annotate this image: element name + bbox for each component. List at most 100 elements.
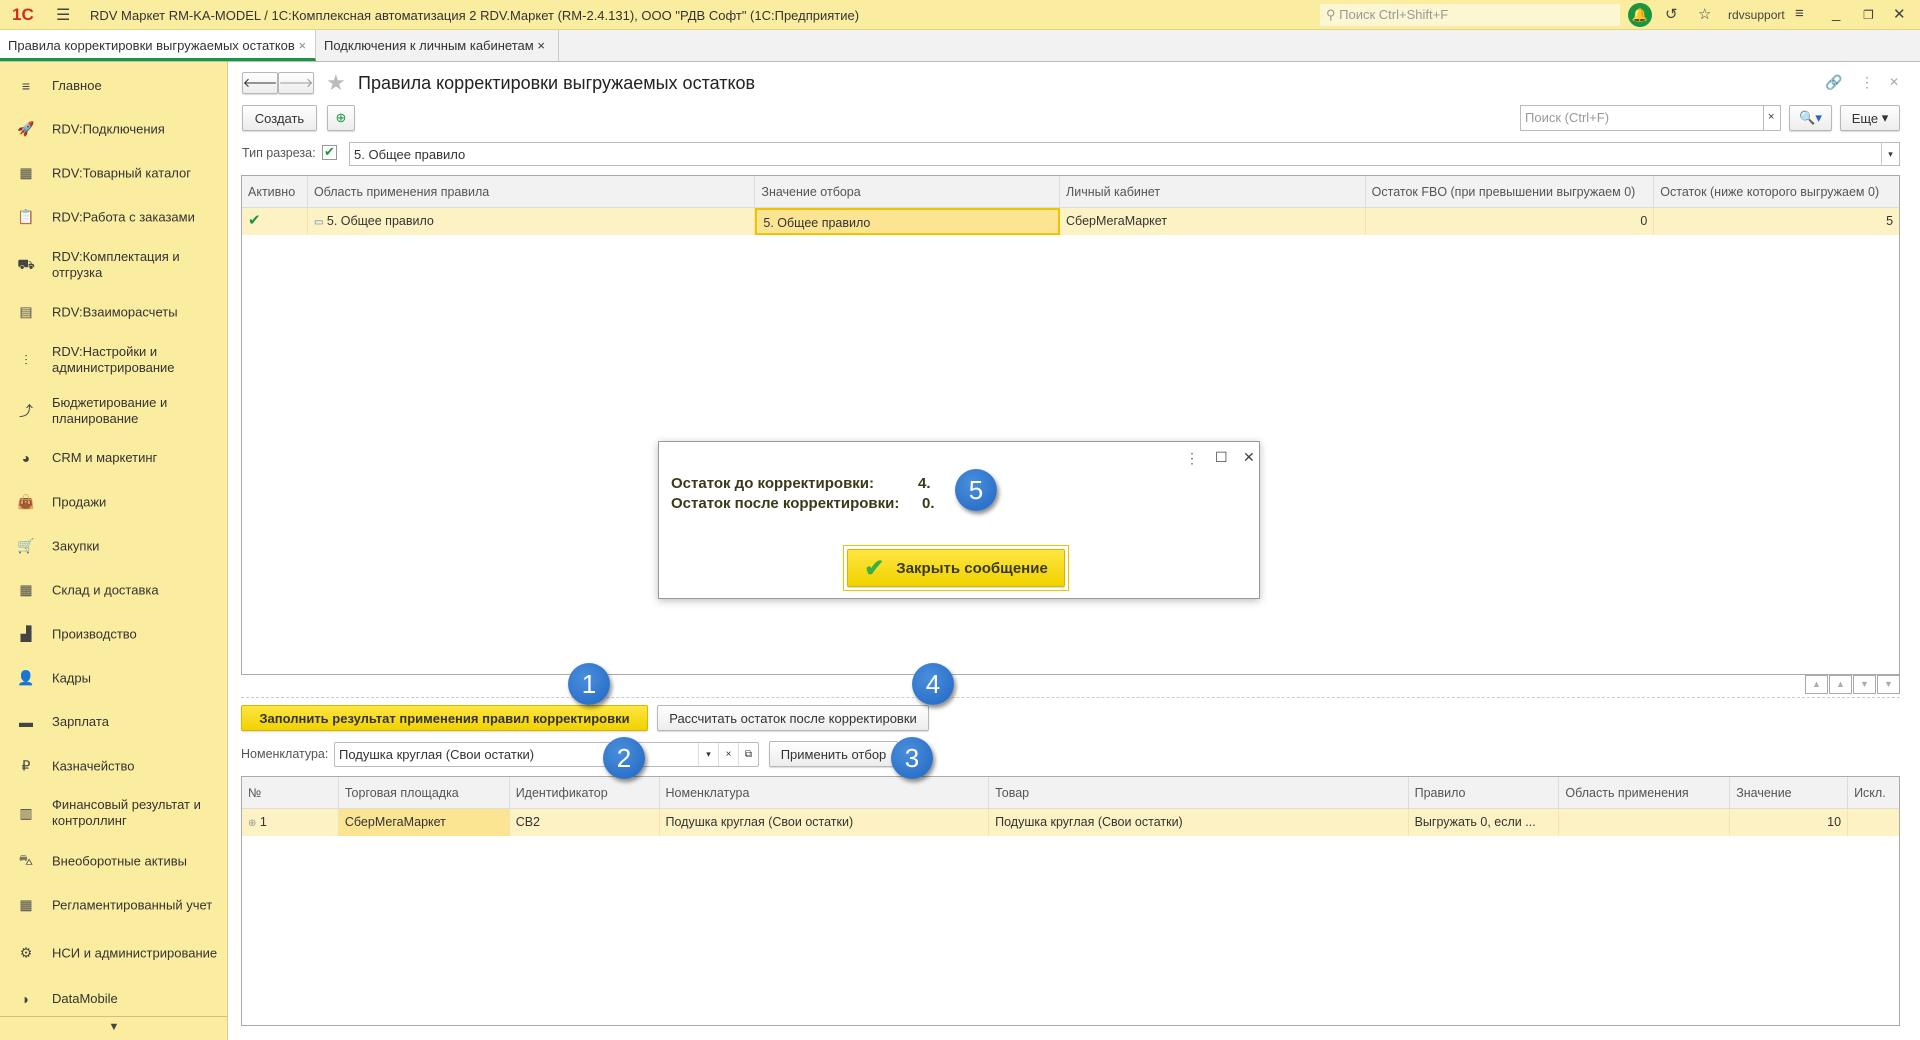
favorite-star-icon[interactable]: ★ xyxy=(326,70,346,96)
minimize-icon[interactable]: _ xyxy=(1832,5,1840,22)
col-marketplace[interactable]: Торговая площадка xyxy=(339,777,510,808)
sidebar-item[interactable]: 👤 Кадры xyxy=(0,670,228,687)
sidebar-scroll-down-icon[interactable]: ▼ xyxy=(0,1016,228,1040)
col-filter-value[interactable]: Значение отбора xyxy=(755,176,1061,207)
global-search-placeholder: Поиск Ctrl+Shift+F xyxy=(1339,7,1449,22)
scroll-down-button[interactable]: ▼ xyxy=(1853,675,1876,694)
col-min-stock[interactable]: Остаток (ниже которого выгружаем 0) xyxy=(1654,176,1899,207)
sidebar-item[interactable]: ▦ Регламентированный учет xyxy=(0,897,228,914)
rules-table[interactable]: Активно Область применения правила Значе… xyxy=(241,175,1900,675)
col-value[interactable]: Значение xyxy=(1730,777,1849,808)
tab-connections[interactable]: Подключения к личным кабинетам × xyxy=(316,30,559,61)
cell-scope: ▭ 5. Общее правило xyxy=(308,208,756,235)
section-icon: ₽ xyxy=(21,757,31,774)
more-button[interactable]: Еще ▾ xyxy=(1840,105,1900,131)
close-tab-icon[interactable]: × xyxy=(537,38,545,53)
sidebar-item[interactable]: ⛍ Внеоборотные активы xyxy=(0,852,228,871)
col-rule[interactable]: Правило xyxy=(1409,777,1560,808)
sidebar-item[interactable]: ▟ Производство xyxy=(0,626,228,643)
history-icon[interactable]: ↺ xyxy=(1665,5,1678,23)
global-search-input[interactable]: ⚲ Поиск Ctrl+Shift+F xyxy=(1320,4,1620,26)
sidebar-item[interactable]: ◕ CRM и маркетинг xyxy=(0,450,228,466)
active-check-icon[interactable]: ✔ xyxy=(242,208,308,235)
message-dialog: ⋮ ☐ ✕ Остаток до корректировки: 4. Остат… xyxy=(658,441,1260,599)
cell-filter-value[interactable]: 5. Общее правило xyxy=(755,208,1061,235)
forward-button[interactable]: 🡒 xyxy=(278,72,314,94)
clear-icon[interactable]: × xyxy=(718,743,738,766)
link-icon[interactable]: 🔗 xyxy=(1825,74,1842,91)
col-product[interactable]: Товар xyxy=(989,777,1409,808)
cell-marketplace[interactable]: СберМегаМаркет xyxy=(338,809,510,836)
close-tab-icon[interactable]: × xyxy=(298,38,306,53)
col-cabinet[interactable]: Личный кабинет xyxy=(1060,176,1366,207)
close-form-icon[interactable]: ✕ xyxy=(1889,75,1899,89)
more-vertical-icon[interactable]: ⋮ xyxy=(1860,74,1874,91)
apply-filter-button[interactable]: Применить отбор xyxy=(769,741,898,767)
notifications-icon[interactable]: 🔔 xyxy=(1628,3,1652,27)
sidebar-item[interactable]: ▤ RDV:Взаиморасчеты xyxy=(0,304,228,321)
tab-correction-rules[interactable]: Правила корректировки выгружаемых остатк… xyxy=(0,30,316,61)
dropdown-arrow-icon[interactable]: ▾ xyxy=(1881,143,1899,165)
col-exclusion[interactable]: Искл. xyxy=(1848,777,1899,808)
back-button[interactable]: 🡐 xyxy=(242,72,278,94)
close-window-icon[interactable]: ✕ xyxy=(1893,5,1906,23)
sidebar-item[interactable]: ▦ RDV:Товарный каталог xyxy=(0,165,228,182)
slice-type-checkbox[interactable]: ✔ xyxy=(322,145,337,160)
step-badge-4: 4 xyxy=(912,663,954,705)
sidebar-item-label: Бюджетирование и планирование xyxy=(52,395,168,426)
sidebar-item[interactable]: ⚙ НСИ и администрирование xyxy=(0,945,228,962)
sidebar-item[interactable]: ₽ Казначейство xyxy=(0,758,228,775)
close-dialog-icon[interactable]: ✕ xyxy=(1243,449,1255,466)
section-icon: ▦ xyxy=(19,164,33,181)
scroll-bottom-button[interactable]: ▼ xyxy=(1877,675,1900,694)
col-fbo-stock[interactable]: Остаток FBO (при превышении выгружаем 0) xyxy=(1366,176,1655,207)
open-icon[interactable]: ⧉ xyxy=(738,743,758,766)
sidebar-item[interactable]: ▦ Склад и доставка xyxy=(0,582,228,599)
menu-icon[interactable]: ☰ xyxy=(56,5,70,25)
dropdown-arrow-icon[interactable]: ▾ xyxy=(698,743,718,766)
maximize-icon[interactable]: ☐ xyxy=(1215,449,1228,466)
scroll-up-button[interactable]: ▲ xyxy=(1829,675,1852,694)
create-button[interactable]: Создать xyxy=(242,105,317,131)
search-button[interactable]: 🔍▾ xyxy=(1789,105,1832,131)
settings-menu-icon[interactable]: ≡ xyxy=(1795,5,1804,22)
close-message-button[interactable]: ✔ Закрыть сообщение xyxy=(847,549,1065,587)
slice-type-select[interactable]: 5. Общее правило ▾ xyxy=(349,142,1900,166)
section-icon: ⚙ xyxy=(19,944,33,961)
user-name[interactable]: rdvsupport xyxy=(1728,8,1785,22)
close-message-label: Закрыть сообщение xyxy=(896,559,1048,577)
sidebar-item[interactable]: 🛒 Закупки xyxy=(0,538,228,555)
more-vertical-icon[interactable]: ⋮ xyxy=(1185,450,1199,467)
sidebar-item[interactable]: ⤴ Бюджетирование и планирование xyxy=(0,395,228,427)
fill-results-button[interactable]: Заполнить результат применения правил ко… xyxy=(241,705,648,731)
calc-stock-button[interactable]: Рассчитать остаток после корректировки xyxy=(657,705,929,731)
col-active[interactable]: Активно xyxy=(242,176,308,207)
nomenclature-input[interactable]: Подушка круглая (Свои остатки) ▾ × ⧉ xyxy=(334,742,759,767)
col-scope[interactable]: Область применения правила xyxy=(308,176,756,207)
favorites-icon[interactable]: ☆ xyxy=(1698,5,1711,23)
table-row[interactable]: ✔ ▭ 5. Общее правило 5. Общее правило Сб… xyxy=(242,208,1899,235)
section-icon: ⫶ xyxy=(24,351,28,368)
col-identifier[interactable]: Идентификатор xyxy=(510,777,660,808)
sidebar-item[interactable]: 📋 RDV:Работа с заказами xyxy=(0,209,228,226)
results-table[interactable]: № Торговая площадка Идентификатор Номенк… xyxy=(241,776,1900,1026)
restore-icon[interactable]: ❐ xyxy=(1863,8,1874,22)
sidebar-item[interactable]: ▥ Финансовый результат и контроллинг xyxy=(0,797,228,829)
scroll-top-button[interactable]: ▲ xyxy=(1805,675,1828,694)
sidebar-item[interactable]: 🚀 RDV:Подключения xyxy=(0,121,228,138)
splitter[interactable] xyxy=(241,697,1900,698)
col-nomenclature[interactable]: Номенклатура xyxy=(660,777,990,808)
sidebar-item[interactable]: ≡ Главное xyxy=(0,78,228,94)
sidebar-item[interactable]: ⛟ RDV:Комплектация и отгрузка xyxy=(0,249,228,281)
search-clear-button[interactable]: × xyxy=(1763,105,1781,131)
col-number[interactable]: № xyxy=(242,777,339,808)
sidebar-item[interactable]: 👜 Продажи xyxy=(0,494,228,511)
search-input[interactable]: Поиск (Ctrl+F) xyxy=(1520,105,1764,131)
copy-add-icon[interactable]: ⊕ xyxy=(327,105,355,131)
col-scope[interactable]: Область применения xyxy=(1559,777,1731,808)
sidebar-item[interactable]: ▬ Зарплата xyxy=(0,714,228,730)
table-row[interactable]: ⊕ 1 СберМегаМаркет CB2 Подушка круглая (… xyxy=(242,809,1899,836)
expand-icon[interactable]: ⊕ xyxy=(248,818,256,829)
sidebar-item[interactable]: ⫶ RDV:Настройки и администрирование xyxy=(0,344,228,376)
sidebar-item[interactable]: ◗ DataMobile xyxy=(0,991,228,1007)
